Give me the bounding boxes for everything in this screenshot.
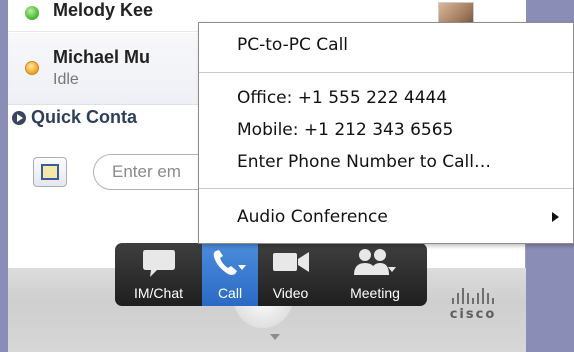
im-chat-label: IM/Chat [133,285,183,301]
meeting-label: Meeting [350,285,400,301]
menu-item-mobile-number[interactable]: Mobile: +1 212 343 6565 [237,120,453,140]
menu-item-pc-to-pc-call[interactable]: PC-to-PC Call [237,35,348,55]
directory-button[interactable] [33,157,67,187]
menu-item-audio-conference[interactable]: Audio Conference [237,207,388,227]
video-button[interactable]: Video [258,243,323,306]
call-context-menu: PC-to-PC Call Office: +1 555 222 4444 Mo… [198,22,574,244]
cisco-logo: cisco [433,286,513,322]
meeting-button[interactable]: Meeting [323,243,427,306]
call-button[interactable]: Call [202,243,258,306]
im-chat-button[interactable]: IM/Chat [115,243,202,306]
cisco-bars-icon [433,286,513,304]
quick-contacts-header[interactable]: Quick Conta [12,107,137,128]
menu-item-office-number[interactable]: Office: +1 555 222 4444 [237,88,447,108]
idle-status-icon [25,61,39,75]
action-toolbar: IM/Chat Call Video Meeting [115,243,427,306]
quick-contacts-label: Quick Conta [31,107,138,127]
submenu-arrow-icon [552,212,559,222]
call-label: Call [217,285,243,301]
phone-icon [213,250,246,275]
menu-divider [199,72,573,73]
contact-name: Michael Mu [53,47,151,67]
chat-bubble-icon [142,250,175,277]
video-label: Video [272,285,309,301]
video-camera-icon [272,252,309,272]
contact-status: Idle [53,71,79,88]
available-status-icon [25,6,39,20]
menu-divider [199,188,573,189]
people-icon [354,249,396,275]
menu-item-enter-phone-number[interactable]: Enter Phone Number to Call… [237,152,491,172]
circle-arrow-icon [12,110,26,125]
book-icon [41,164,59,180]
expand-arrow-icon[interactable] [270,334,280,340]
contact-name: Melody Kee [53,0,154,20]
cisco-wordmark: cisco [449,307,497,322]
